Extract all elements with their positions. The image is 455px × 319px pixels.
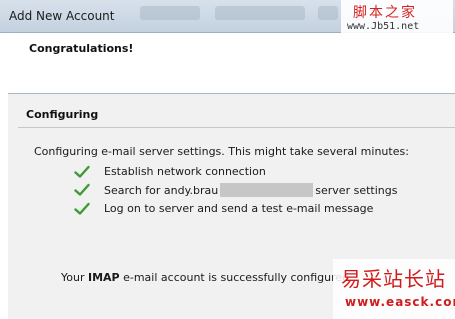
watermark-bottom-url: www.easck.com [345, 295, 455, 309]
result-prefix: Your [61, 271, 88, 284]
checkmark-icon [74, 183, 90, 196]
step-label: Log on to server and send a test e-mail … [104, 202, 374, 215]
checkmark-icon [74, 202, 90, 215]
result-message: Your IMAP e-mail account is successfully… [61, 271, 353, 284]
blurred-toolbar-item [318, 6, 338, 20]
progress-lead: Configuring e-mail server settings. This… [34, 145, 409, 158]
watermark-bottom-text: 易采站长站 [341, 267, 446, 291]
header-heading: Congratulations! [29, 42, 134, 55]
watermark-bottom: 易采站长站 www.easck.com [333, 259, 455, 319]
watermark-top-text: 脚本之家 [353, 5, 417, 21]
window-title: Add New Account [9, 9, 115, 23]
section-title: Configuring [26, 108, 99, 121]
dialog-header: Congratulations! [8, 33, 455, 94]
result-protocol: IMAP [87, 271, 120, 284]
step-label: Establish network connection [104, 165, 266, 178]
watermark-top-url: www.Jb51.net [347, 21, 420, 32]
result-suffix: e-mail account is successfully configure… [119, 271, 353, 284]
section-divider [18, 127, 455, 128]
step-label: Search for andy.brau server settings [104, 183, 397, 197]
step-label-prefix: Search for andy.brau [104, 184, 219, 197]
blurred-toolbar-item [215, 6, 305, 20]
checkmark-icon [74, 165, 90, 178]
blurred-toolbar-item [140, 6, 200, 20]
redacted-region [220, 183, 314, 197]
step-label-suffix: server settings [315, 184, 398, 197]
